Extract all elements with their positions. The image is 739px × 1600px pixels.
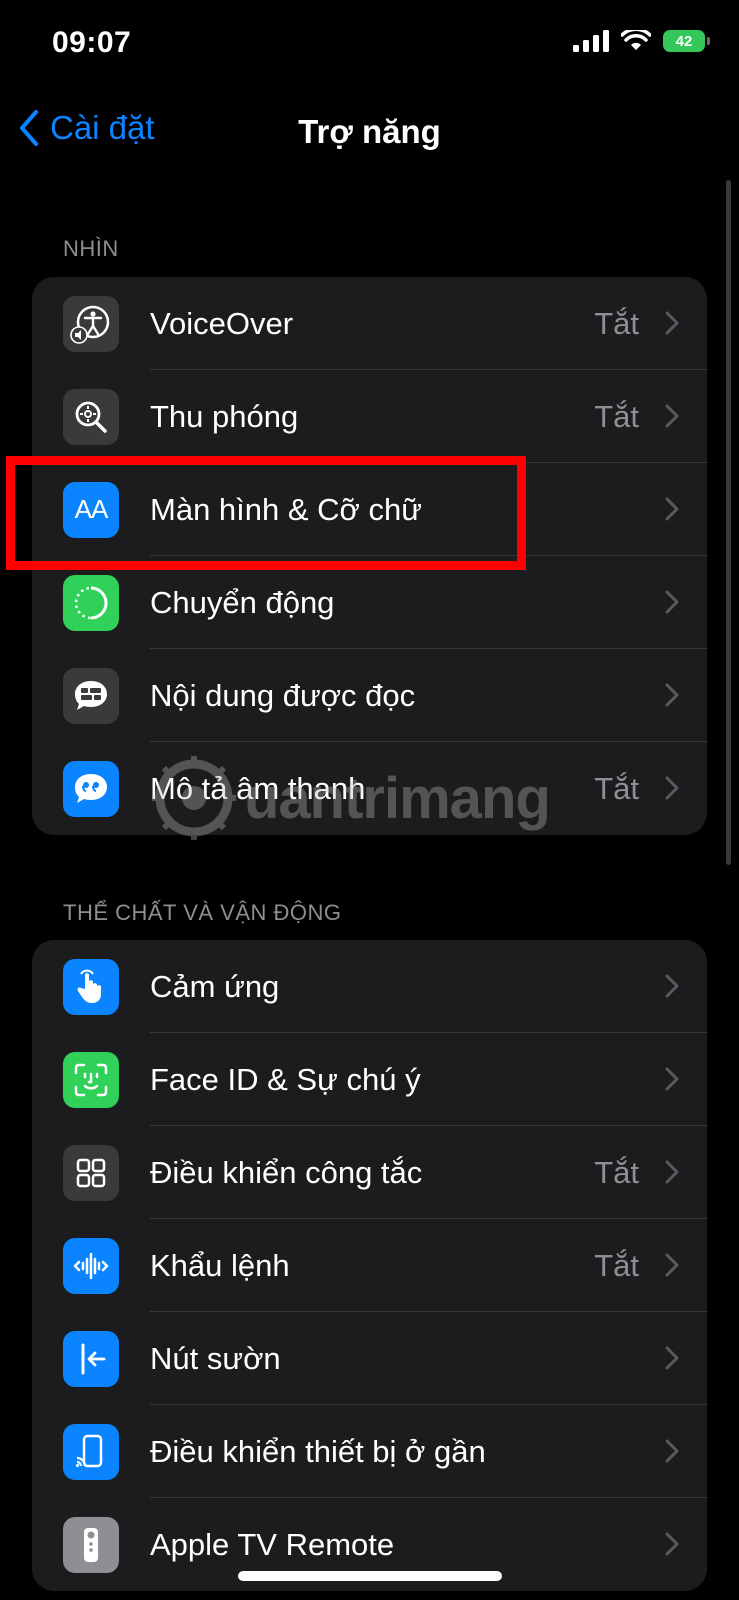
display-text-size-icon-glyph: AA [74, 494, 109, 524]
scroll-indicator[interactable] [726, 180, 731, 865]
display-text-size-icon: AA [63, 481, 119, 538]
status-bar: 09:07 42 [0, 0, 739, 90]
home-indicator[interactable] [238, 1571, 502, 1581]
chevron-right-icon [665, 1532, 679, 1556]
audio-descriptions-icon [63, 760, 119, 817]
row-spoken-content[interactable]: Nội dung được đọc [32, 649, 707, 742]
chevron-right-icon [665, 404, 679, 428]
row-motion[interactable]: Chuyển động [32, 556, 707, 649]
motion-icon [63, 574, 119, 631]
chevron-right-icon [665, 1253, 679, 1277]
row-display-text-size[interactable]: AA Màn hình & Cỡ chữ [32, 463, 707, 556]
row-audio-descriptions[interactable]: Mô tả âm thanh Tắt [32, 742, 707, 835]
side-button-icon [63, 1330, 119, 1387]
status-time: 09:07 [52, 26, 132, 59]
apple-tv-remote-icon [63, 1516, 119, 1573]
row-label: Màn hình & Cỡ chữ [150, 491, 422, 527]
row-value: Tắt [594, 770, 639, 806]
row-label: Thu phóng [150, 398, 299, 434]
settings-group-physical-motor: Cảm ứng Face ID & Sự chú ý Điều khiển cô… [32, 940, 707, 1591]
row-label: Điều khiển thiết bị ở gần [150, 1433, 486, 1469]
voiceover-icon [63, 295, 119, 352]
settings-group-vision: VoiceOver Tắt Thu phóng Tắt AA Màn hình … [32, 277, 707, 835]
chevron-right-icon [665, 1067, 679, 1091]
chevron-right-icon [665, 1439, 679, 1463]
row-voiceover[interactable]: VoiceOver Tắt [32, 277, 707, 370]
row-value: Tắt [594, 305, 639, 341]
row-label: Nội dung được đọc [150, 677, 416, 713]
spoken-content-icon [63, 667, 119, 724]
control-nearby-devices-icon [63, 1423, 119, 1480]
chevron-right-icon [665, 683, 679, 707]
face-id-icon [63, 1051, 119, 1108]
row-control-nearby-devices[interactable]: Điều khiển thiết bị ở gần [32, 1405, 707, 1498]
row-label: Chuyển động [150, 584, 335, 620]
wifi-icon [621, 30, 651, 50]
row-side-button[interactable]: Nút sườn [32, 1312, 707, 1405]
row-label: Nút sườn [150, 1340, 281, 1376]
row-label: Cảm ứng [150, 968, 280, 1004]
row-label: Khẩu lệnh [150, 1247, 290, 1283]
battery-level: 42 [675, 32, 693, 50]
chevron-right-icon [665, 590, 679, 614]
status-icons: 42 [573, 30, 710, 52]
row-label: Mô tả âm thanh [150, 770, 366, 806]
navigation-bar: Cài đặt Trợ năng [0, 95, 739, 165]
row-touch[interactable]: Cảm ứng [32, 940, 707, 1033]
section-header-physical-motor: THỂ CHẤT VÀ VẬN ĐỘNG [63, 900, 342, 925]
row-switch-control[interactable]: Điều khiển công tắc Tắt [32, 1126, 707, 1219]
voice-control-icon [63, 1237, 119, 1294]
row-zoom[interactable]: Thu phóng Tắt [32, 370, 707, 463]
zoom-icon [63, 388, 119, 445]
row-label: Face ID & Sự chú ý [150, 1061, 421, 1097]
page-title: Trợ năng [298, 113, 441, 150]
chevron-right-icon [665, 1160, 679, 1184]
battery-indicator: 42 [663, 30, 710, 52]
touch-icon [63, 958, 119, 1015]
row-voice-control[interactable]: Khẩu lệnh Tắt [32, 1219, 707, 1312]
row-label: VoiceOver [150, 305, 294, 341]
row-face-id-attention[interactable]: Face ID & Sự chú ý [32, 1033, 707, 1126]
row-value: Tắt [594, 1247, 639, 1283]
chevron-right-icon [665, 497, 679, 521]
row-value: Tắt [594, 398, 639, 434]
chevron-right-icon [665, 311, 679, 335]
section-header-vision: NHÌN [63, 236, 119, 261]
row-value: Tắt [594, 1154, 639, 1190]
cellular-signal-icon [573, 30, 609, 52]
row-label: Apple TV Remote [150, 1526, 395, 1562]
chevron-right-icon [665, 1346, 679, 1370]
chevron-right-icon [665, 974, 679, 998]
switch-control-icon [63, 1144, 119, 1201]
row-label: Điều khiển công tắc [150, 1154, 423, 1190]
chevron-right-icon [665, 776, 679, 800]
